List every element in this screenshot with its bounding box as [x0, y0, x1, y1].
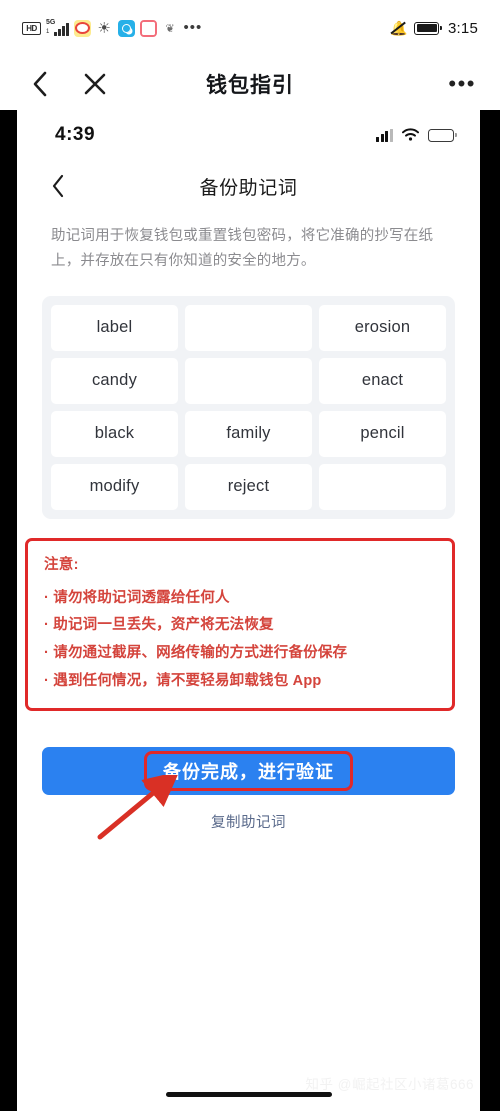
battery-icon [414, 21, 442, 35]
mnemonic-word-cell[interactable]: reject [185, 463, 312, 510]
screen-root: HD 5G 1 ☀ ❦ ••• 🔔 3:15 钱包指引 ••• [0, 0, 500, 1111]
hd-icon: HD [22, 21, 41, 35]
close-button[interactable] [80, 69, 110, 99]
mnemonic-word-cell[interactable] [185, 357, 312, 404]
verify-backup-button-label: 备份完成，进行验证 [163, 762, 334, 783]
embedded-screenshot-region: 4:39 备份助记词 助记词用于恢复钱包或重置钱包密码，将它准确的抄写在纸上，并… [0, 110, 500, 1111]
inner-page-title: 备份助记词 [199, 177, 298, 199]
browser-globe-icon: ☀ [95, 19, 113, 37]
warning-item: · 请勿通过截屏、网络传输的方式进行备份保存 [44, 644, 348, 661]
mnemonic-word-cell[interactable] [319, 463, 446, 510]
action-area: 备份完成，进行验证 复制助记词 [17, 747, 480, 840]
cellular-network-icon: 5G 1 [46, 19, 69, 36]
inner-status-bar-right [376, 127, 457, 143]
page-title: 钱包指引 [206, 73, 294, 97]
more-options-button[interactable]: ••• [448, 72, 476, 94]
pink-app-icon [139, 19, 157, 37]
warning-title: 注意: [44, 556, 79, 573]
weibo-icon [73, 19, 91, 37]
battery-low-power-icon [428, 128, 457, 142]
verify-backup-button[interactable]: 备份完成，进行验证 [42, 747, 455, 796]
overflow-dots-icon: ••• [183, 19, 203, 36]
status-bar-left-icons: HD 5G 1 ☀ ❦ ••• [22, 19, 203, 37]
gray-app-icon: ❦ [165, 22, 175, 35]
network-sub-label: 1 [46, 29, 50, 35]
copy-mnemonic-link[interactable]: 复制助记词 [17, 811, 480, 832]
warning-callout: 注意: · 请勿将助记词透露给任何人 · 助记词一旦丢失，资产将无法恢复 · 请… [25, 537, 455, 712]
mnemonic-word-cell[interactable] [185, 304, 312, 351]
outer-status-bar: HD 5G 1 ☀ ❦ ••• 🔔 3:15 [0, 0, 500, 56]
status-bar-right-icons: 🔔 3:15 [390, 20, 478, 37]
warning-item: · 请勿将助记词透露给任何人 [44, 589, 230, 606]
inner-app-header: 备份助记词 [17, 160, 480, 212]
back-button[interactable] [24, 69, 54, 99]
embedded-phone-screen: 4:39 备份助记词 助记词用于恢复钱包或重置钱包密码，将它准确的抄写在纸上，并… [17, 110, 480, 1111]
warning-item: · 遇到任何情况，请不要轻易卸载钱包 App [44, 672, 322, 689]
cellular-signal-icon [376, 128, 393, 142]
mnemonic-word-cell[interactable]: modify [51, 463, 178, 510]
mnemonic-word-cell[interactable]: enact [319, 357, 446, 404]
network-type-label: 5G [46, 19, 56, 26]
button-highlight-annotation: 备份完成，进行验证 [144, 751, 353, 792]
description-text: 助记词用于恢复钱包或重置钱包密码，将它准确的抄写在纸上，并存放在只有你知道的安全… [51, 228, 434, 269]
webview-header: 钱包指引 ••• [0, 56, 500, 111]
inner-status-bar: 4:39 [17, 110, 480, 160]
watermark-text: 知乎 @崛起社区小诸葛666 [305, 1077, 474, 1092]
warning-item: · 助记词一旦丢失，资产将无法恢复 [44, 617, 274, 634]
mnemonic-word-cell[interactable]: erosion [319, 304, 446, 351]
mnemonic-word-cell[interactable]: pencil [319, 410, 446, 457]
mnemonic-word-cell[interactable]: candy [51, 357, 178, 404]
wifi-icon [402, 127, 419, 143]
mnemonic-word-cell[interactable]: label [51, 304, 178, 351]
bell-mute-icon: 🔔 [390, 20, 407, 36]
mnemonic-word-grid: label erosion candy enact black family p… [42, 295, 455, 519]
search-app-icon [117, 19, 135, 37]
signal-bars-icon [54, 22, 69, 36]
status-bar-clock: 3:15 [448, 19, 478, 37]
mnemonic-word-cell[interactable]: black [51, 410, 178, 457]
inner-status-bar-clock: 4:39 [55, 124, 96, 145]
mnemonic-word-cell[interactable]: family [185, 410, 312, 457]
